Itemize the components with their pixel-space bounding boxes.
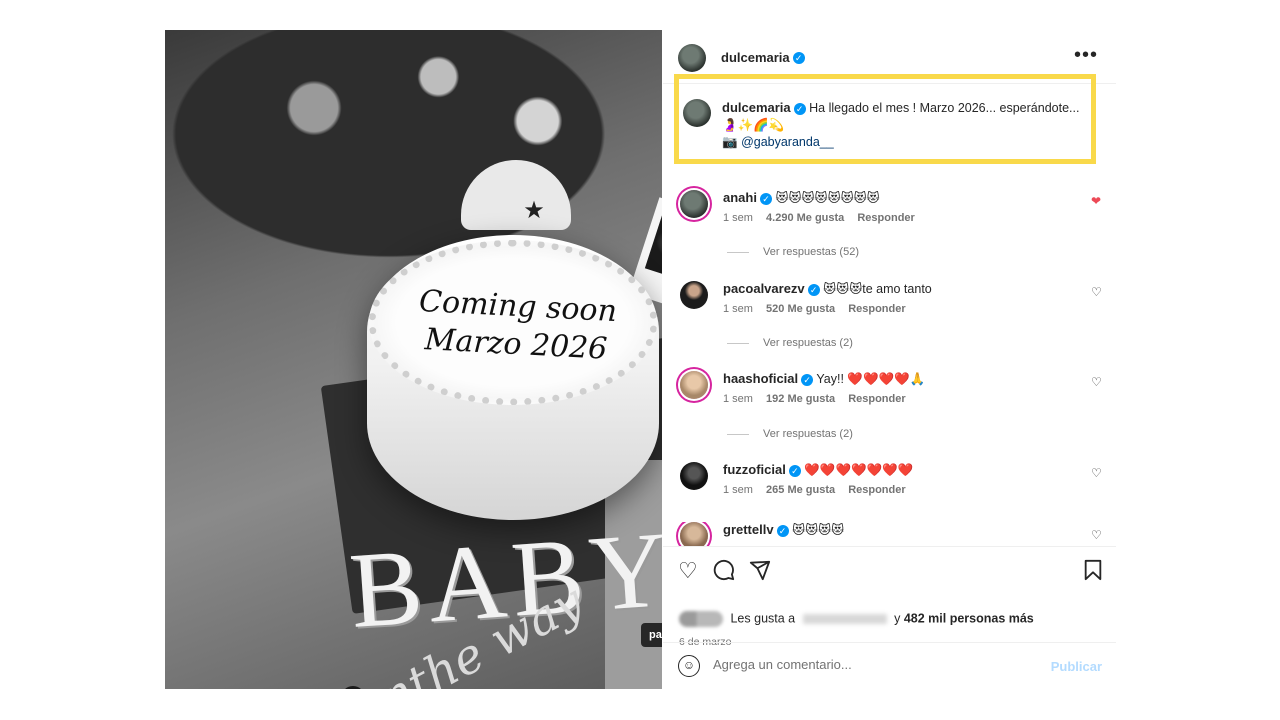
cake-writing: Coming soon Marzo 2026 (395, 282, 639, 370)
comment-avatar[interactable] (680, 371, 708, 399)
comment-meta: 1 sem 192 Me gusta Responder (723, 393, 916, 405)
verified-badge-icon: ✓ (807, 283, 820, 296)
comment-username[interactable]: haashoficial (723, 371, 798, 386)
comment-time[interactable]: 1 sem (723, 393, 753, 405)
comment-avatar[interactable] (680, 190, 708, 218)
star-icon: ★ (523, 197, 545, 224)
comment-like-heart-icon[interactable]: ❤ (1091, 194, 1101, 208)
comment-text: Yay!! ❤️❤️❤️❤️🙏 (816, 372, 926, 386)
verified-badge-icon: ✓ (793, 102, 806, 115)
user-tag[interactable]: pacoalvarezv (641, 623, 662, 647)
comment-meta: 1 sem 520 Me gusta Responder (723, 303, 916, 315)
comment-like-heart-icon[interactable]: ♡ (1091, 528, 1102, 542)
reply-button[interactable]: Responder (848, 393, 905, 405)
publish-button[interactable]: Publicar (1051, 659, 1102, 674)
comment-text: 😻😻😻te amo tanto (823, 282, 932, 296)
caption-avatar[interactable] (683, 99, 711, 127)
send-icon[interactable] (749, 559, 771, 586)
bookmark-icon[interactable] (1083, 559, 1103, 586)
verified-badge-icon: ✓ (792, 51, 805, 64)
comment-meta: 1 sem 4.290 Me gusta Responder (723, 212, 925, 224)
verified-badge-icon: ✓ (801, 373, 814, 386)
comment-line: fuzzoficial ✓ ❤️❤️❤️❤️❤️❤️❤️ (723, 462, 913, 478)
comment-username[interactable]: fuzzoficial (723, 462, 786, 477)
comment-username[interactable]: pacoalvarezv (723, 281, 805, 296)
more-options-icon[interactable]: ••• (1074, 44, 1098, 67)
camera-icon: 📷 (722, 135, 738, 149)
comment-line: haashoficial ✓ Yay!! ❤️❤️❤️❤️🙏 (723, 371, 925, 387)
verified-badge-icon: ✓ (759, 192, 772, 205)
heart-outline-icon[interactable]: ♡ (678, 559, 698, 583)
caption-username[interactable]: dulcemaria (722, 100, 791, 115)
caption: dulcemaria ✓ Ha llegado el mes ! Marzo 20… (722, 99, 1082, 151)
likes-prefix: Les gusta a (730, 611, 796, 626)
verified-badge-icon: ✓ (788, 464, 801, 477)
add-comment-bar: ☺ Publicar (663, 642, 1116, 689)
comment-input[interactable] (713, 657, 1013, 672)
reply-button[interactable]: Responder (848, 303, 905, 315)
comment-time[interactable]: 1 sem (723, 303, 753, 315)
author-avatar[interactable] (678, 44, 706, 72)
likes-connector: y (894, 611, 901, 626)
comment-like-heart-icon[interactable]: ♡ (1091, 375, 1102, 389)
post-details-panel: dulcemaria ✓ ••• dulcemaria ✓ Ha llegado e… (663, 30, 1116, 689)
author-username[interactable]: dulcemaria (721, 50, 790, 65)
comment-meta: 1 sem 265 Me gusta Responder (723, 484, 916, 496)
comment-line: anahi ✓ 😻😻😻😻😻😻😻😻 (723, 190, 880, 205)
verified-badge-icon: ✓ (776, 524, 789, 537)
comment-icon[interactable] (713, 559, 735, 586)
comment-line: pacoalvarezv ✓ 😻😻😻te amo tanto (723, 281, 932, 296)
comment-avatar[interactable] (680, 281, 708, 309)
likes-count-link[interactable]: 482 mil personas más (904, 611, 1034, 625)
blurred-username (802, 614, 887, 624)
comment-time[interactable]: 1 sem (723, 212, 753, 224)
comment-text: ❤️❤️❤️❤️❤️❤️❤️ (804, 463, 914, 477)
view-replies-button[interactable]: Ver respuestas (2) (727, 428, 853, 440)
comment-username[interactable]: grettellv (723, 522, 774, 537)
comment-avatar[interactable] (680, 462, 708, 490)
author-name-row: dulcemaria ✓ (721, 49, 805, 67)
comment-like-heart-icon[interactable]: ♡ (1091, 466, 1102, 480)
view-replies-button[interactable]: Ver respuestas (2) (727, 337, 853, 349)
reply-button[interactable]: Responder (848, 484, 905, 496)
comment-username[interactable]: anahi (723, 190, 757, 205)
comment-line: grettellv ✓ 😻😻😻😻 (723, 522, 844, 537)
comment-time[interactable]: 1 sem (723, 484, 753, 496)
comment-likes[interactable]: 4.290 Me gusta (766, 212, 844, 224)
comment-avatar[interactable] (680, 522, 708, 546)
comment-text: 😻😻😻😻😻😻😻😻 (775, 191, 880, 205)
likes-summary: Les gusta a y 482 mil personas más (679, 611, 1034, 627)
comment-likes[interactable]: 520 Me gusta (766, 303, 835, 315)
comment-item: grettellv ✓ 😻😻😻😻 ♡ (663, 522, 1116, 546)
view-replies-button[interactable]: Ver respuestas (52) (727, 246, 859, 258)
liker-avatars (679, 611, 723, 627)
comment-text: 😻😻😻😻 (792, 523, 845, 537)
comment-likes[interactable]: 265 Me gusta (766, 484, 835, 496)
caption-highlight: dulcemaria ✓ Ha llegado el mes ! Marzo 20… (674, 74, 1096, 164)
comment-like-heart-icon[interactable]: ♡ (1091, 285, 1102, 299)
caption-emojis: 🤰✨🌈💫 (722, 118, 785, 132)
reply-button[interactable]: Responder (857, 212, 914, 224)
caption-mention-link[interactable]: @gabyaranda__ (741, 135, 834, 149)
comment-likes[interactable]: 192 Me gusta (766, 393, 835, 405)
post-image[interactable]: ★ Coming soon Marzo 2026 BABY onthe way … (165, 30, 662, 689)
caption-text: Ha llegado el mes ! Marzo 2026... esperá… (809, 101, 1080, 115)
emoji-icon[interactable]: ☺ (678, 655, 700, 677)
